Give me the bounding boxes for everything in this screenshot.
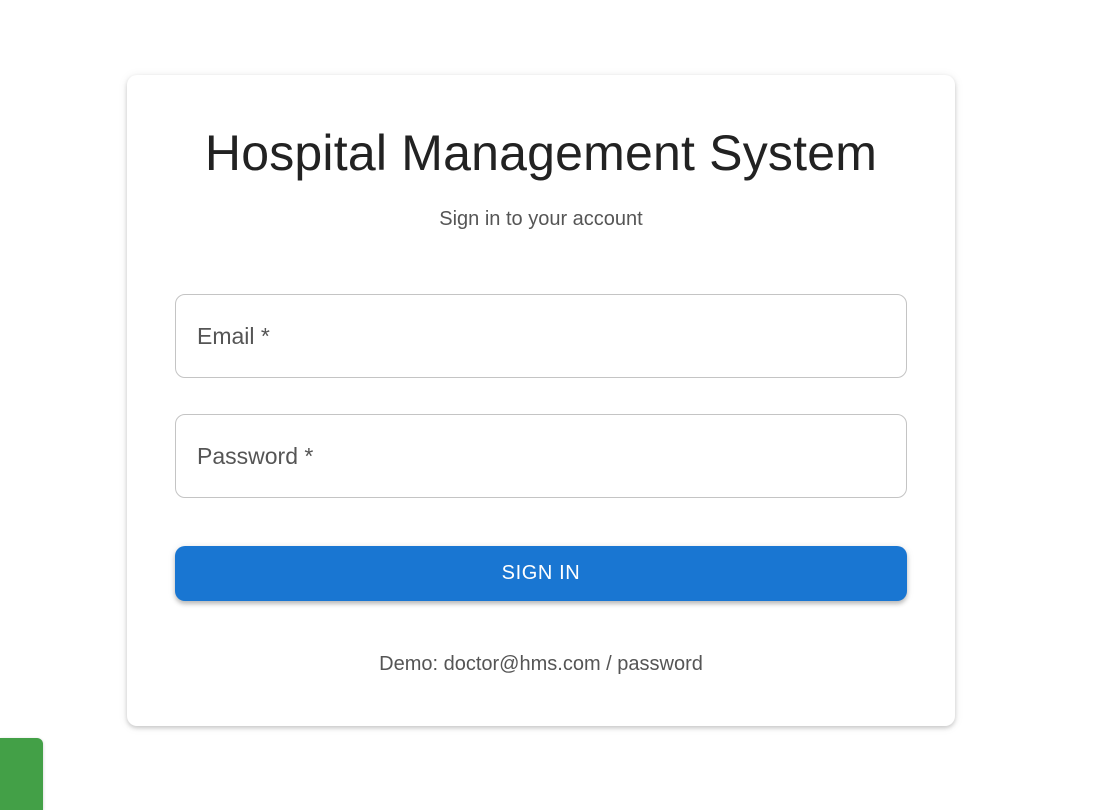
email-field[interactable]: Email * [175,294,907,378]
email-input[interactable] [176,295,906,377]
login-page: Hospital Management System Sign in to yo… [0,0,1120,810]
password-field[interactable]: Password * [175,414,907,498]
demo-credentials-hint: Demo: doctor@hms.com / password [379,653,703,675]
sign-in-button[interactable]: SIGN IN [175,546,907,601]
page-subtitle: Sign in to your account [439,208,643,230]
password-input[interactable] [176,415,906,497]
floating-green-tab[interactable] [0,738,43,810]
login-card: Hospital Management System Sign in to yo… [127,75,955,726]
page-title: Hospital Management System [204,125,878,181]
